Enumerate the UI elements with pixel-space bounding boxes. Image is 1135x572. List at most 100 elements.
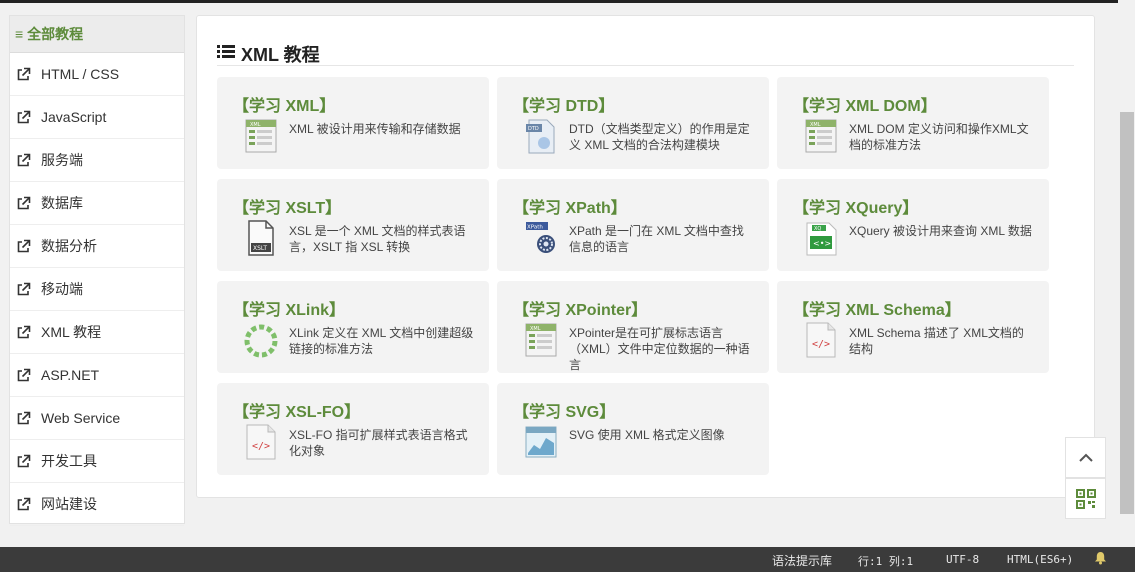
xpath-gear-icon: XPath: [524, 219, 558, 257]
card-title[interactable]: 【学习 XPointer】: [513, 296, 647, 320]
svg-text:XSLT: XSLT: [253, 245, 267, 252]
external-link-icon: [17, 239, 31, 252]
tutorial-card[interactable]: 【学习 XSL-FO】 </> XSL-FO 指可扩展样式表语言格式化对象: [217, 383, 489, 475]
language-mode[interactable]: HTML(ES6+): [1007, 553, 1073, 566]
sidebar-item-label: 服务端: [41, 152, 83, 168]
tutorial-card[interactable]: 【学习 XLink】 XLink 定义在 XML 文档中创建超级链接的标准方法: [217, 281, 489, 373]
sidebar-item-label: ASP.NET: [41, 367, 100, 383]
menu-icon: ≡: [15, 26, 24, 42]
qrcode-icon: [1075, 488, 1096, 509]
sidebar-item-label: Web Service: [41, 410, 121, 426]
sidebar-header-label: 全部教程: [27, 26, 84, 42]
card-description: XPointer是在可扩展标志语言（XML）文件中定位数据的一种语言: [569, 326, 750, 372]
svg-text:</>: </>: [812, 339, 830, 350]
external-link-icon: [17, 411, 31, 424]
xpointer-file-icon: XML: [524, 321, 558, 359]
sidebar-item[interactable]: 数据库: [10, 182, 184, 225]
tutorial-card[interactable]: 【学习 XSLT】 XSLT XSL 是一个 XML 文档的样式表语言，XSLT 指…: [217, 179, 489, 271]
svg-text:XML: XML: [250, 122, 261, 128]
card-title[interactable]: 【学习 SVG】: [513, 398, 615, 422]
sidebar: ≡ 全部教程 HTML / CSS JavaScript 服务端数据库数据分析移动端…: [9, 15, 185, 526]
svg-text:XML: XML: [530, 326, 541, 332]
cursor-position[interactable]: 行:1 列:1: [858, 553, 913, 569]
status-bar: 语法提示库 行:1 列:1 UTF-8 HTML(ES6+): [0, 547, 1135, 572]
external-link-icon: [17, 454, 31, 467]
svg-text:</>: </>: [252, 441, 270, 452]
sidebar-item-label: 开发工具: [41, 453, 97, 469]
xsl-fo-icon: </>: [244, 423, 278, 461]
tutorial-card[interactable]: 【学习 XPointer】 XML XPointer是在可扩展标志语言（XML）文件…: [497, 281, 769, 373]
svg-text:DTD: DTD: [528, 126, 539, 132]
sidebar-item-label: JavaScript: [41, 109, 107, 125]
card-description: XSL 是一个 XML 文档的样式表语言，XSLT 指 XSL 转换: [289, 224, 466, 254]
sidebar-item[interactable]: 服务端: [10, 139, 184, 182]
scrollbar-thumb[interactable]: [1120, 112, 1134, 514]
card-title[interactable]: 【学习 XSL-FO】: [233, 398, 360, 422]
tutorial-card[interactable]: 【学习 SVG】 SVG 使用 XML 格式定义图像: [497, 383, 769, 475]
sidebar-item[interactable]: 移动端: [10, 268, 184, 311]
card-title[interactable]: 【学习 DTD】: [513, 92, 614, 116]
external-link-icon: [17, 282, 31, 295]
tutorial-card[interactable]: 【学习 XPath】 XPath XPath 是一门在 XML 文档中查找信息的语言: [497, 179, 769, 271]
tutorial-card[interactable]: 【学习 XML DOM】 XML XML DOM 定义访问和操作XML文档的标准方法: [777, 77, 1049, 169]
external-link-icon: [17, 67, 31, 80]
card-title[interactable]: 【学习 XPath】: [513, 194, 627, 218]
card-title[interactable]: 【学习 XSLT】: [233, 194, 341, 218]
sidebar-item[interactable]: HTML / CSS: [10, 53, 184, 96]
xml-dom-icon: XML: [804, 117, 838, 155]
xml-file-icon: XML: [244, 117, 278, 155]
tutorial-card[interactable]: 【学习 XML】 XML XML 被设计用来传输和存储数据: [217, 77, 489, 169]
sidebar-item[interactable]: JavaScript: [10, 96, 184, 139]
card-description: XPath 是一门在 XML 文档中查找信息的语言: [569, 224, 744, 254]
xslt-file-icon: XSLT: [244, 219, 278, 257]
svg-text:<•>: <•>: [813, 239, 831, 248]
main-panel: XML 教程 【学习 XML】 XML XML 被设计用来传输和存储数据 【学习 DT…: [196, 15, 1095, 498]
sidebar-item-label: 网站建设: [41, 496, 97, 512]
tutorial-card[interactable]: 【学习 XML Schema】 </> XML Schema 描述了 XML文档的结…: [777, 281, 1049, 373]
card-title[interactable]: 【学习 XML】: [233, 92, 335, 116]
xquery-icon: XQ <•>: [804, 219, 838, 257]
tutorial-card[interactable]: 【学习 XQuery】 XQ <•> XQuery 被设计用来查询 XML 数据: [777, 179, 1049, 271]
card-description: SVG 使用 XML 格式定义图像: [569, 428, 725, 442]
card-description: XML 被设计用来传输和存储数据: [289, 122, 461, 136]
svg-text:XML: XML: [810, 122, 821, 128]
list-icon: [217, 45, 235, 58]
card-description: XML Schema 描述了 XML文档的结构: [849, 326, 1024, 356]
external-link-icon: [17, 368, 31, 381]
sidebar-header[interactable]: ≡ 全部教程: [10, 16, 184, 53]
page-title: XML 教程: [217, 41, 1074, 66]
card-title[interactable]: 【学习 XML DOM】: [793, 92, 937, 116]
encoding-indicator[interactable]: UTF-8: [946, 553, 979, 566]
external-link-icon: [17, 196, 31, 209]
sidebar-item-label: HTML / CSS: [41, 66, 120, 82]
card-description: XQuery 被设计用来查询 XML 数据: [849, 224, 1032, 238]
sidebar-item[interactable]: 网站建设: [10, 483, 184, 526]
external-link-icon: [17, 325, 31, 338]
svg-text:XPath: XPath: [527, 225, 543, 231]
sidebar-item-label: XML 教程: [41, 324, 102, 340]
svg-text:XQ: XQ: [814, 226, 821, 232]
back-to-top-button[interactable]: [1065, 437, 1106, 478]
page-title-text: XML 教程: [241, 45, 320, 65]
xml-schema-icon: </>: [804, 321, 838, 359]
qrcode-button[interactable]: [1065, 478, 1106, 519]
xlink-ring-icon: [244, 321, 278, 359]
bell-icon[interactable]: [1094, 551, 1107, 568]
sidebar-item[interactable]: ASP.NET: [10, 354, 184, 397]
dtd-file-icon: DTD: [524, 117, 558, 155]
card-description: DTD（文档类型定义）的作用是定义 XML 文档的合法构建模块: [569, 122, 750, 152]
sidebar-item[interactable]: XML 教程: [10, 311, 184, 354]
card-title[interactable]: 【学习 XLink】: [233, 296, 345, 320]
card-description: XML DOM 定义访问和操作XML文档的标准方法: [849, 122, 1029, 152]
sidebar-item[interactable]: Web Service: [10, 397, 184, 440]
svg-chart-icon: [524, 423, 558, 461]
card-title[interactable]: 【学习 XML Schema】: [793, 296, 961, 320]
sidebar-item[interactable]: 开发工具: [10, 440, 184, 483]
top-border: [0, 0, 1135, 3]
sidebar-item-label: 移动端: [41, 281, 83, 297]
sidebar-item-label: 数据分析: [41, 238, 97, 254]
card-title[interactable]: 【学习 XQuery】: [793, 194, 918, 218]
tutorial-card[interactable]: 【学习 DTD】 DTD DTD（文档类型定义）的作用是定义 XML 文档的合法构建…: [497, 77, 769, 169]
sidebar-item[interactable]: 数据分析: [10, 225, 184, 268]
syntax-hint-button[interactable]: 语法提示库: [772, 552, 832, 569]
